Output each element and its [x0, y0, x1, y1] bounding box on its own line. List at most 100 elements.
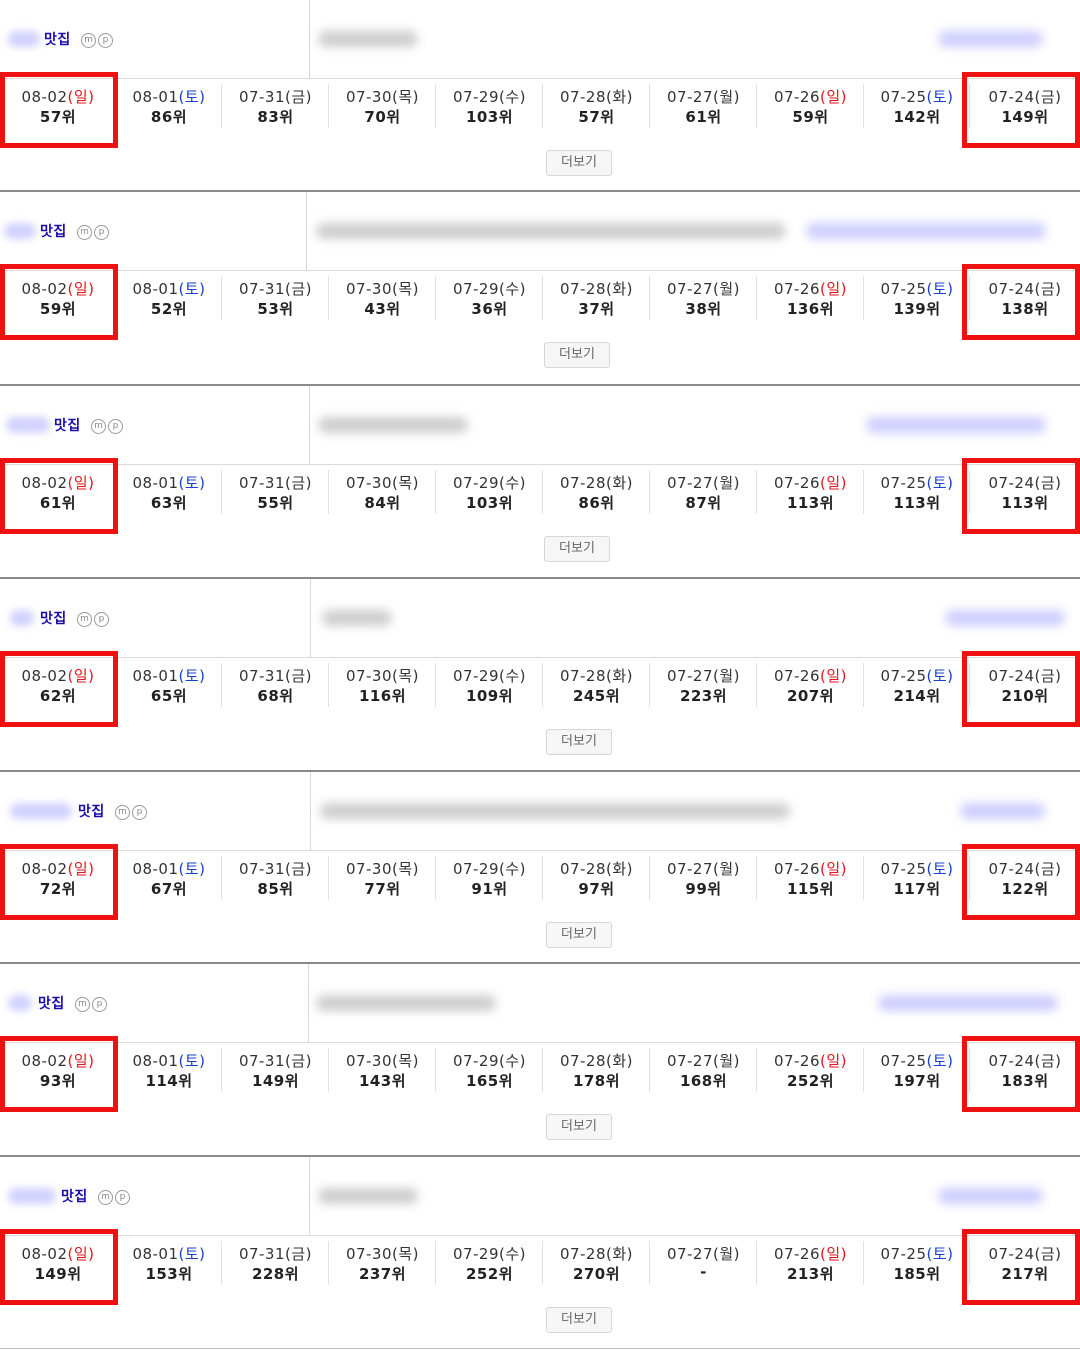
weekday-text: (일) — [820, 667, 848, 685]
more-button[interactable]: 더보기 — [544, 342, 610, 368]
rank-cell: 07-26(일) 59위 — [757, 72, 864, 148]
cell-date: 07-30(목) — [329, 665, 436, 686]
cell-date: 08-02(일) — [0, 1243, 116, 1264]
rank-cell: 07-29(수) 36위 — [436, 264, 543, 340]
rank-cell: 07-25(토) 185위 — [864, 1229, 970, 1305]
date-text: 08-01 — [132, 474, 179, 492]
date-text: 07-30 — [345, 88, 393, 106]
weekday-text: (월) — [713, 1052, 741, 1070]
cell-date: 07-29(수) — [436, 858, 543, 879]
cell-date: 07-29(수) — [436, 665, 543, 686]
rank-cell: 07-27(월) 61위 — [650, 72, 757, 148]
weekday-text: (화) — [606, 1245, 634, 1263]
cell-date: 08-01(토) — [116, 472, 222, 493]
rank-cell: 07-28(화) 86위 — [543, 458, 650, 534]
weekday-text: (금) — [285, 667, 313, 685]
rank-cell: 07-25(토) 113위 — [864, 458, 970, 534]
date-text: 08-02 — [21, 667, 68, 685]
keyword-link[interactable]: 맛집 — [38, 993, 65, 1013]
more-button[interactable]: 더보기 — [546, 729, 612, 755]
more-button[interactable]: 더보기 — [546, 1307, 612, 1333]
more-button[interactable]: 더보기 — [546, 150, 612, 176]
date-text: 07-25 — [880, 860, 927, 878]
rank-cell: 07-27(월) 99위 — [650, 844, 757, 920]
rank-value: 62위 — [39, 687, 77, 705]
cell-date: 07-26(일) — [757, 665, 864, 686]
date-text: 07-26 — [773, 1052, 821, 1070]
keyword-link[interactable]: 맛집 — [44, 29, 71, 49]
weekday-text: (일) — [67, 88, 95, 106]
pc-icon: p — [115, 1190, 130, 1205]
weekday-text: (수) — [499, 280, 527, 298]
rank-value: 67위 — [150, 880, 188, 898]
weekday-text: (금) — [1034, 474, 1062, 492]
more-button[interactable]: 더보기 — [544, 536, 610, 562]
cell-date: 07-29(수) — [436, 472, 543, 493]
rank-value: 207위 — [786, 687, 835, 705]
rank-value: 103위 — [465, 108, 514, 126]
rank-cell: 07-31(금) 83위 — [222, 72, 329, 148]
more-button[interactable]: 더보기 — [546, 922, 612, 948]
weekday-text: (토) — [178, 667, 206, 685]
mobile-icon: m — [115, 805, 130, 820]
date-text: 07-27 — [666, 860, 714, 878]
rank-value: 270위 — [572, 1265, 621, 1283]
cell-date: 07-29(수) — [436, 86, 543, 107]
keyword-column: 맛집 m p — [0, 0, 310, 78]
rank-value: 252위 — [786, 1072, 835, 1090]
mobile-icon: m — [91, 419, 106, 434]
rank-cell: 07-28(화) 97위 — [543, 844, 650, 920]
date-text: 07-27 — [666, 88, 714, 106]
redacted-link — [866, 417, 1046, 433]
more-button[interactable]: 더보기 — [546, 1114, 612, 1140]
rank-value: 57위 — [39, 108, 77, 126]
weekday-text: (일) — [820, 88, 848, 106]
redacted-link — [938, 31, 1043, 47]
weekday-text: (일) — [67, 667, 95, 685]
cell-date: 08-02(일) — [0, 472, 116, 493]
weekday-text: (토) — [178, 88, 206, 106]
rank-cell: 07-31(금) 53위 — [222, 264, 329, 340]
panel-header: 맛집 m p — [0, 579, 1080, 658]
rank-cell: 07-27(월) 87위 — [650, 458, 757, 534]
rank-value: 115위 — [786, 880, 835, 898]
redacted-keyword-prefix — [4, 223, 36, 239]
keyword-link[interactable]: 맛집 — [40, 608, 67, 628]
cell-date: 08-02(일) — [0, 278, 116, 299]
redacted-title — [318, 31, 418, 47]
rank-value: 245위 — [572, 687, 621, 705]
cell-date: 07-28(화) — [543, 1243, 650, 1264]
rank-date-row: 08-02(일) 149위 08-01(토) 153위 07-31(금) 228위 07-3… — [0, 1229, 1080, 1305]
date-text: 07-25 — [880, 280, 927, 298]
rank-value: 59위 — [39, 300, 77, 318]
rank-value: 77위 — [364, 880, 401, 898]
rank-cell: 08-01(토) 52위 — [116, 264, 222, 340]
rank-value: 214위 — [893, 687, 941, 705]
date-text: 07-31 — [238, 474, 286, 492]
date-text: 07-25 — [880, 474, 927, 492]
redacted-link — [960, 803, 1045, 819]
rank-cell: 07-31(금) 228위 — [222, 1229, 329, 1305]
date-text: 08-02 — [21, 1245, 68, 1263]
rank-value: 113위 — [893, 494, 941, 512]
rank-cell: 08-02(일) 59위 — [0, 264, 116, 340]
keyword-link[interactable]: 맛집 — [61, 1186, 88, 1206]
rank-cell: 07-26(일) 207위 — [757, 651, 864, 727]
keyword-link[interactable]: 맛집 — [78, 801, 105, 821]
pc-icon: p — [98, 33, 113, 48]
rank-cell: 07-30(목) 116위 — [329, 651, 436, 727]
cell-date: 07-26(일) — [757, 1243, 864, 1264]
date-text: 07-28 — [559, 474, 607, 492]
weekday-text: (목) — [392, 1052, 420, 1070]
date-text: 07-26 — [773, 860, 821, 878]
date-text: 07-27 — [666, 474, 714, 492]
rank-value: 168위 — [679, 1072, 728, 1090]
weekday-text: (일) — [820, 474, 848, 492]
cell-date: 07-29(수) — [436, 1050, 543, 1071]
keyword-link[interactable]: 맛집 — [40, 221, 67, 241]
date-text: 07-26 — [773, 474, 821, 492]
rank-cell: 07-26(일) 113위 — [757, 458, 864, 534]
weekday-text: (화) — [606, 280, 634, 298]
keyword-link[interactable]: 맛집 — [54, 415, 81, 435]
weekday-text: (금) — [1034, 280, 1062, 298]
